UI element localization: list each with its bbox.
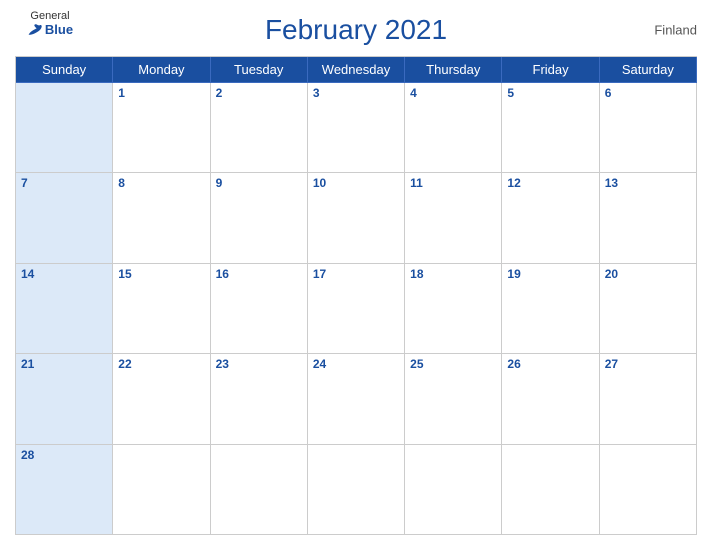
day-number: 13 xyxy=(600,173,696,193)
day-number: 23 xyxy=(211,354,307,374)
day-number: 1 xyxy=(113,83,209,103)
day-cell xyxy=(600,445,697,535)
day-cell xyxy=(405,445,502,535)
day-cell xyxy=(16,83,113,173)
day-cell: 12 xyxy=(502,173,599,263)
day-number: 21 xyxy=(16,354,112,374)
day-cell: 4 xyxy=(405,83,502,173)
day-cell: 24 xyxy=(308,354,405,444)
day-cell: 19 xyxy=(502,264,599,354)
weekday-header: Sunday xyxy=(16,57,113,83)
country-label: Finland xyxy=(654,23,697,38)
day-cell: 22 xyxy=(113,354,210,444)
day-number: 16 xyxy=(211,264,307,284)
day-number: 8 xyxy=(113,173,209,193)
day-number: 6 xyxy=(600,83,696,103)
day-cell: 28 xyxy=(16,445,113,535)
day-cell: 13 xyxy=(600,173,697,263)
day-cell: 5 xyxy=(502,83,599,173)
day-number: 28 xyxy=(16,445,112,465)
day-cell: 15 xyxy=(113,264,210,354)
weekday-header: Saturday xyxy=(600,57,697,83)
day-cell: 8 xyxy=(113,173,210,263)
day-cell: 6 xyxy=(600,83,697,173)
weekday-header: Wednesday xyxy=(308,57,405,83)
day-cell: 17 xyxy=(308,264,405,354)
weekday-header: Thursday xyxy=(405,57,502,83)
day-number: 4 xyxy=(405,83,501,103)
day-number: 19 xyxy=(502,264,598,284)
day-number: 3 xyxy=(308,83,404,103)
day-cell: 1 xyxy=(113,83,210,173)
day-number: 15 xyxy=(113,264,209,284)
day-cell xyxy=(211,445,308,535)
day-cell: 27 xyxy=(600,354,697,444)
day-cell xyxy=(502,445,599,535)
day-number: 5 xyxy=(502,83,598,103)
day-cell: 14 xyxy=(16,264,113,354)
logo-blue: Blue xyxy=(27,22,73,37)
day-number: 2 xyxy=(211,83,307,103)
day-cell: 23 xyxy=(211,354,308,444)
day-cell: 16 xyxy=(211,264,308,354)
day-number: 20 xyxy=(600,264,696,284)
weekday-header: Tuesday xyxy=(211,57,308,83)
day-cell: 3 xyxy=(308,83,405,173)
day-number: 25 xyxy=(405,354,501,374)
weekday-header: Friday xyxy=(502,57,599,83)
day-cell: 9 xyxy=(211,173,308,263)
logo-area: General Blue xyxy=(15,10,85,37)
day-cell: 7 xyxy=(16,173,113,263)
bird-icon xyxy=(27,23,43,37)
day-cell xyxy=(308,445,405,535)
day-number: 10 xyxy=(308,173,404,193)
day-number: 27 xyxy=(600,354,696,374)
day-number: 22 xyxy=(113,354,209,374)
calendar-grid: SundayMondayTuesdayWednesdayThursdayFrid… xyxy=(15,56,697,535)
day-number: 7 xyxy=(16,173,112,193)
weekday-header: Monday xyxy=(113,57,210,83)
day-cell: 26 xyxy=(502,354,599,444)
day-number: 17 xyxy=(308,264,404,284)
day-cell: 2 xyxy=(211,83,308,173)
day-number: 9 xyxy=(211,173,307,193)
day-number: 11 xyxy=(405,173,501,193)
day-number: 12 xyxy=(502,173,598,193)
calendar-header: General Blue February 2021 Finland xyxy=(15,10,697,50)
day-cell: 18 xyxy=(405,264,502,354)
day-number: 24 xyxy=(308,354,404,374)
day-cell xyxy=(113,445,210,535)
day-cell: 21 xyxy=(16,354,113,444)
day-number: 14 xyxy=(16,264,112,284)
calendar-container: General Blue February 2021 Finland Sunda… xyxy=(0,0,712,550)
day-cell: 25 xyxy=(405,354,502,444)
day-number: 26 xyxy=(502,354,598,374)
day-number: 18 xyxy=(405,264,501,284)
day-cell: 10 xyxy=(308,173,405,263)
day-cell: 20 xyxy=(600,264,697,354)
logo-general: General xyxy=(30,10,69,22)
day-cell: 11 xyxy=(405,173,502,263)
month-title: February 2021 xyxy=(265,14,447,46)
